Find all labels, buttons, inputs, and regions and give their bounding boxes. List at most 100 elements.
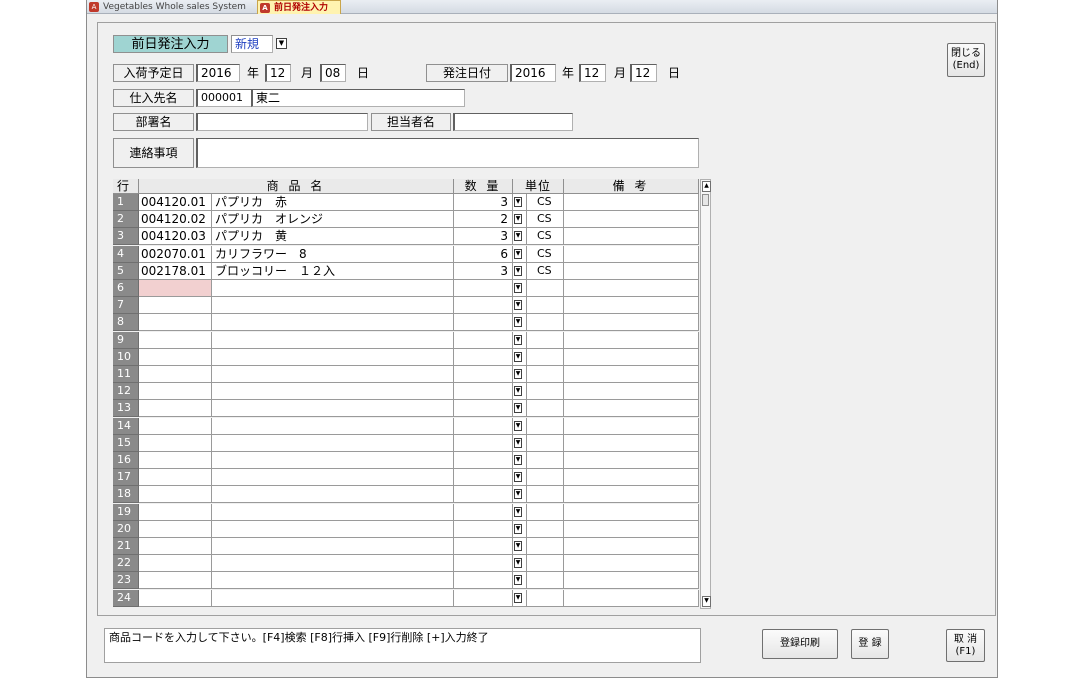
chevron-down-icon[interactable]: ▼ — [514, 575, 522, 586]
unit-dropdown[interactable]: ▼ — [513, 572, 527, 590]
product-code-cell[interactable] — [139, 520, 212, 538]
unit-cell[interactable] — [527, 434, 564, 452]
product-name-cell[interactable] — [212, 503, 454, 521]
unit-dropdown[interactable]: ▼ — [513, 538, 527, 555]
note-cell[interactable] — [564, 245, 699, 263]
unit-cell[interactable] — [527, 297, 564, 315]
unit-cell[interactable] — [527, 280, 564, 297]
note-cell[interactable] — [564, 348, 699, 366]
product-name-cell[interactable] — [212, 417, 454, 435]
product-code-cell[interactable] — [139, 555, 212, 573]
unit-cell[interactable] — [527, 400, 564, 418]
register-button[interactable]: 登 録 — [851, 629, 889, 659]
mode-dropdown-icon[interactable]: ▼ — [276, 38, 287, 49]
product-code-cell[interactable]: 002070.01 — [139, 245, 212, 263]
product-code-cell[interactable] — [139, 331, 212, 349]
unit-dropdown[interactable]: ▼ — [513, 366, 527, 383]
product-name-cell[interactable] — [212, 331, 454, 349]
unit-cell[interactable] — [527, 589, 564, 607]
product-name-cell[interactable] — [212, 348, 454, 366]
order-year-field[interactable]: 2016 — [510, 64, 556, 82]
note-cell[interactable] — [564, 280, 699, 297]
unit-cell[interactable] — [527, 314, 564, 332]
quantity-cell[interactable] — [454, 503, 513, 521]
chevron-down-icon[interactable]: ▼ — [514, 386, 522, 397]
supplier-name-field[interactable]: 東二 — [251, 89, 465, 107]
chevron-down-icon[interactable]: ▼ — [514, 231, 522, 242]
unit-dropdown[interactable]: ▼ — [513, 228, 527, 246]
quantity-cell[interactable] — [454, 555, 513, 573]
quantity-cell[interactable]: 3 — [454, 194, 513, 211]
unit-dropdown[interactable]: ▼ — [513, 555, 527, 573]
note-cell[interactable] — [564, 297, 699, 315]
product-name-cell[interactable] — [212, 400, 454, 418]
chevron-down-icon[interactable]: ▼ — [514, 317, 522, 328]
product-code-cell[interactable] — [139, 434, 212, 452]
register-print-button[interactable]: 登録印刷 — [762, 629, 838, 659]
quantity-cell[interactable] — [454, 538, 513, 555]
supplier-code-field[interactable]: 000001 — [196, 89, 251, 107]
chevron-down-icon[interactable]: ▼ — [514, 214, 522, 225]
chevron-down-icon[interactable]: ▼ — [514, 369, 522, 379]
product-code-cell[interactable] — [139, 486, 212, 504]
product-code-cell[interactable] — [139, 452, 212, 469]
unit-dropdown[interactable]: ▼ — [513, 314, 527, 332]
quantity-cell[interactable] — [454, 383, 513, 401]
quantity-cell[interactable]: 6 — [454, 245, 513, 263]
unit-dropdown[interactable]: ▼ — [513, 348, 527, 366]
product-code-cell[interactable] — [139, 469, 212, 487]
quantity-cell[interactable] — [454, 348, 513, 366]
chevron-down-icon[interactable]: ▼ — [514, 334, 522, 345]
grid-scrollbar[interactable]: ▲ ▼ — [700, 179, 711, 609]
note-cell[interactable] — [564, 417, 699, 435]
quantity-cell[interactable] — [454, 486, 513, 504]
chevron-down-icon[interactable]: ▼ — [514, 420, 522, 431]
unit-cell[interactable] — [527, 503, 564, 521]
tab-vegetables-system[interactable]: A Vegetables Whole sales System — [87, 0, 253, 14]
unit-dropdown[interactable]: ▼ — [513, 486, 527, 504]
unit-cell[interactable]: CS — [527, 228, 564, 246]
product-code-cell[interactable] — [139, 383, 212, 401]
chevron-down-icon[interactable]: ▼ — [514, 592, 522, 603]
quantity-cell[interactable] — [454, 572, 513, 590]
unit-cell[interactable]: CS — [527, 262, 564, 280]
product-code-cell[interactable] — [139, 314, 212, 332]
product-code-cell[interactable]: 002178.01 — [139, 262, 212, 280]
note-cell[interactable] — [564, 555, 699, 573]
chevron-down-icon[interactable]: ▼ — [514, 472, 522, 483]
unit-cell[interactable] — [527, 331, 564, 349]
note-cell[interactable] — [564, 383, 699, 401]
unit-cell[interactable] — [527, 555, 564, 573]
product-name-cell[interactable] — [212, 555, 454, 573]
scroll-thumb[interactable] — [702, 194, 709, 206]
unit-dropdown[interactable]: ▼ — [513, 211, 527, 229]
product-name-cell[interactable] — [212, 486, 454, 504]
quantity-cell[interactable] — [454, 452, 513, 469]
unit-cell[interactable] — [527, 452, 564, 469]
product-name-cell[interactable] — [212, 366, 454, 383]
unit-dropdown[interactable]: ▼ — [513, 331, 527, 349]
scroll-up-icon[interactable]: ▲ — [702, 181, 711, 192]
note-cell[interactable] — [564, 538, 699, 555]
product-code-cell[interactable]: 004120.01 — [139, 194, 212, 211]
product-code-cell[interactable] — [139, 572, 212, 590]
note-cell[interactable] — [564, 228, 699, 246]
mode-select[interactable]: 新規 — [231, 35, 273, 53]
product-name-cell[interactable] — [212, 589, 454, 607]
unit-dropdown[interactable]: ▼ — [513, 297, 527, 315]
product-code-cell[interactable] — [139, 503, 212, 521]
chevron-down-icon[interactable]: ▼ — [514, 248, 522, 259]
quantity-cell[interactable] — [454, 417, 513, 435]
chevron-down-icon[interactable]: ▼ — [514, 541, 522, 551]
note-cell[interactable] — [564, 452, 699, 469]
note-cell[interactable] — [564, 194, 699, 211]
unit-dropdown[interactable]: ▼ — [513, 589, 527, 607]
unit-dropdown[interactable]: ▼ — [513, 383, 527, 401]
unit-dropdown[interactable]: ▼ — [513, 262, 527, 280]
scroll-down-icon[interactable]: ▼ — [702, 596, 711, 607]
note-cell[interactable] — [564, 589, 699, 607]
product-code-cell[interactable] — [139, 400, 212, 418]
chevron-down-icon[interactable]: ▼ — [514, 523, 522, 534]
product-name-cell[interactable] — [212, 434, 454, 452]
chevron-down-icon[interactable]: ▼ — [514, 506, 522, 517]
